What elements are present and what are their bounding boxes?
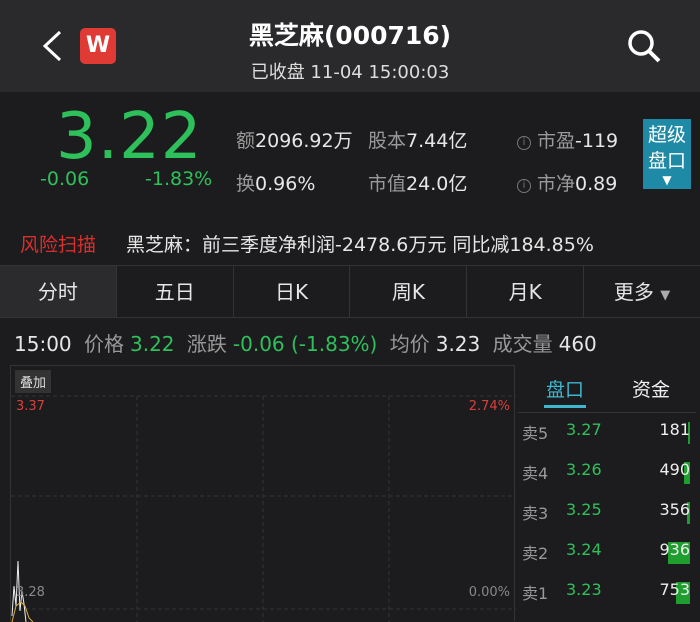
price-change: -0.06 [40, 168, 90, 190]
header: W 黑芝麻(000716) 已收盘 11-04 15:00:03 [0, 0, 700, 92]
avg-line [11, 601, 34, 622]
ask-volume: 356 [659, 500, 690, 519]
price-change-pct: -1.83% [145, 168, 213, 190]
ask-volume: 936 [659, 540, 690, 559]
overlay-button[interactable]: 叠加 [15, 370, 52, 393]
chevron-down-icon: ▼ [662, 173, 672, 187]
market-status: 已收盘 11-04 15:00:03 [250, 62, 450, 83]
pb-ratio[interactable]: i 市净0.89 [517, 169, 617, 196]
order-book-panel: 盘口 资金 卖5 3.27 181 卖4 3.26 490 卖3 3.25 356 卖2 3.24 9… [518, 365, 700, 621]
ask-row[interactable]: 卖2 3.24 936 [522, 540, 694, 570]
tab-intraday[interactable]: 分时 [0, 266, 117, 317]
tab-monthly-k[interactable]: 月K [467, 266, 585, 317]
caret-down-icon: ▼ [660, 288, 671, 303]
search-icon[interactable] [624, 26, 664, 66]
info-icon: i [517, 136, 531, 150]
top-pct-label: 2.74% [468, 399, 510, 414]
amount: 额2096.92万 [236, 130, 353, 152]
chart-tabs: 分时 五日 日K 周K 月K 更多 ▼ [0, 265, 700, 318]
pe-ratio[interactable]: i 市盈-119 [517, 126, 618, 153]
tab-fund-flow[interactable]: 资金 [632, 375, 670, 402]
risk-scan-text[interactable]: 黑芝麻：前三季度净利润-2478.6万元 同比减184.85% [126, 230, 594, 257]
ask-level: 卖2 [522, 544, 549, 563]
tab-five-day[interactable]: 五日 [117, 266, 234, 317]
tab-more[interactable]: 更多 ▼ [584, 266, 700, 317]
ask-row[interactable]: 卖3 3.25 356 [522, 500, 694, 530]
ask-row[interactable]: 卖1 3.23 753 [522, 580, 694, 610]
ask-volume: 181 [659, 420, 690, 439]
chart-grid [11, 395, 516, 622]
top-price-label: 3.37 [16, 399, 45, 414]
ask-price: 3.25 [566, 500, 602, 519]
tab-weekly-k[interactable]: 周K [350, 266, 468, 317]
ask-level: 卖5 [522, 424, 549, 443]
intraday-chart[interactable]: 叠加 3.37 2.74% 3.28 0.00% [10, 365, 516, 622]
ask-price: 3.24 [566, 540, 602, 559]
stock-title: 黑芝麻(000716) [248, 21, 452, 50]
ask-price: 3.26 [566, 460, 602, 479]
ask-level: 卖1 [522, 584, 549, 603]
ask-row[interactable]: 卖5 3.27 181 [522, 420, 694, 450]
ask-row[interactable]: 卖4 3.26 490 [522, 460, 694, 490]
turnover: 换0.96% [236, 173, 316, 195]
risk-scan-label[interactable]: 风险扫描 [20, 230, 96, 257]
tab-orderbook[interactable]: 盘口 [546, 375, 584, 402]
info-icon: i [517, 179, 531, 193]
ask-level: 卖3 [522, 504, 549, 523]
tab-daily-k[interactable]: 日K [234, 266, 351, 317]
active-tab-indicator [544, 405, 586, 408]
current-price: 3.22 [56, 100, 203, 174]
ask-price: 3.27 [566, 420, 602, 439]
ask-price: 3.23 [566, 580, 602, 599]
base-price-label: 3.28 [16, 585, 45, 600]
ask-volume: 753 [659, 580, 690, 599]
capital: 股本7.44亿 [368, 130, 468, 152]
tick-info: 15:00 价格 3.22 涨跌 -0.06 (-1.83%) 均价 3.23 成交量… [14, 332, 597, 356]
ask-level: 卖4 [522, 464, 549, 483]
super-orderbook-button[interactable]: 超级 盘口 ▼ [643, 119, 691, 189]
ask-volume: 490 [659, 460, 690, 479]
market-cap: 市值24.0亿 [368, 173, 468, 195]
base-pct-label: 0.00% [468, 585, 510, 600]
